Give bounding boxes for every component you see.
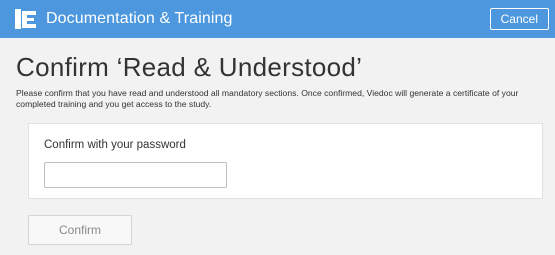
app-title: Documentation & Training bbox=[46, 10, 233, 27]
page-title: Confirm ‘Read & Understood’ bbox=[16, 52, 363, 82]
confirm-button[interactable]: Confirm bbox=[28, 215, 132, 245]
password-label: Confirm with your password bbox=[44, 139, 186, 151]
cancel-button[interactable]: Cancel bbox=[489, 8, 549, 30]
top-bar: Documentation & Training Cancel bbox=[0, 0, 555, 38]
viedoc-logo-icon bbox=[14, 7, 38, 31]
intro-text: Please confirm that you have read and un… bbox=[16, 88, 519, 109]
password-field[interactable] bbox=[44, 162, 227, 188]
password-panel: Confirm with your password bbox=[28, 123, 543, 199]
